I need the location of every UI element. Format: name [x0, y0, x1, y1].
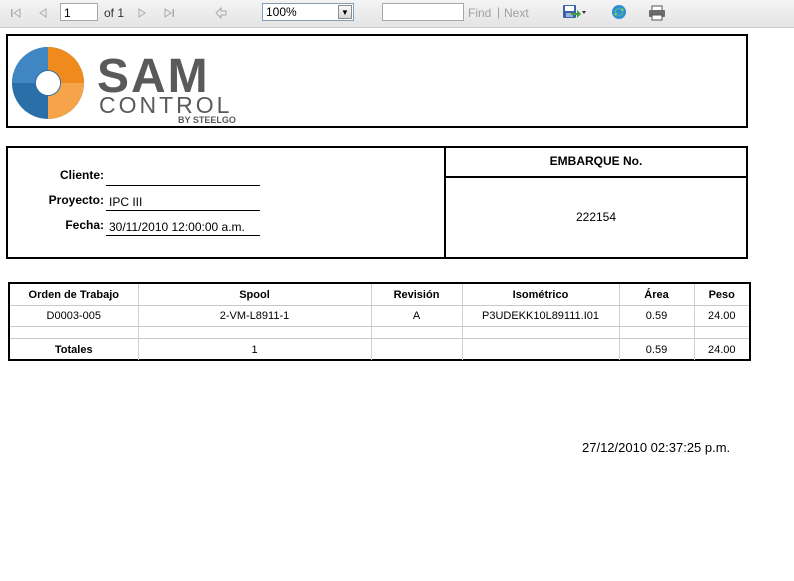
prev-page-icon[interactable]: [36, 6, 50, 20]
cell-spool: 2-VM-L8911-1: [138, 305, 372, 327]
report-toolbar: 1 of 1 100% ▼ Find | Next: [0, 0, 794, 28]
chevron-down-icon[interactable]: ▼: [338, 5, 352, 19]
totals-area: 0.59: [619, 338, 695, 360]
col-header-orden: Orden de Trabajo: [10, 284, 139, 306]
next-page-icon[interactable]: [135, 6, 149, 20]
col-header-peso: Peso: [708, 288, 735, 301]
logo-by-text: BY STEELGO: [178, 115, 236, 124]
embarque-number: 222154: [575, 210, 617, 224]
col-header-area: Área: [619, 284, 695, 306]
page-count-label: of 1: [104, 6, 125, 20]
next-link[interactable]: Next: [504, 6, 529, 20]
table-spacer-row: [10, 326, 749, 339]
totals-peso: 24.00: [694, 338, 749, 360]
cliente-label: Cliente:: [59, 168, 104, 182]
table-row: D0003-005 2-VM-L8911-1 A P3UDEKK10L89111…: [10, 305, 749, 327]
first-page-icon[interactable]: [9, 6, 23, 20]
last-page-icon[interactable]: [162, 6, 176, 20]
cell-revision: A: [371, 305, 463, 327]
fecha-value: 30/11/2010 12:00:00 a.m.: [106, 218, 260, 236]
cliente-value: [106, 168, 260, 186]
proyecto-value: IPC III: [106, 193, 260, 211]
find-input[interactable]: [382, 3, 464, 21]
find-separator: |: [497, 5, 501, 19]
totals-label: Totales: [10, 338, 139, 360]
cell-isometrico: P3UDEKK10L89111.I01: [462, 305, 620, 327]
back-icon[interactable]: [214, 6, 228, 20]
info-divider-horizontal: [444, 176, 746, 178]
zoom-value: 100%: [266, 5, 297, 19]
spool-table: Orden de Trabajo Spool Revisión Isométri…: [8, 282, 751, 361]
report-timestamp: 27/12/2010 02:37:25 p.m.: [582, 440, 731, 455]
cell-orden: D0003-005: [10, 305, 139, 327]
refresh-icon[interactable]: [611, 4, 627, 25]
export-icon[interactable]: [562, 4, 586, 25]
report-header: SAM CONTROL BY STEELGO: [6, 34, 748, 128]
totals-spool-count: 1: [138, 338, 372, 360]
embarque-label: EMBARQUE No.: [549, 154, 643, 168]
totals-isometrico: [462, 338, 620, 360]
shipment-info: Cliente: Proyecto: IPC III Fecha: 30/11/…: [6, 146, 748, 259]
table-header-row: Orden de Trabajo Spool Revisión Isométri…: [10, 284, 749, 306]
print-icon[interactable]: [648, 5, 666, 26]
fecha-label: Fecha:: [65, 218, 104, 232]
sam-control-logo: SAM CONTROL BY STEELGO: [11, 44, 247, 125]
col-header-spool: Spool: [138, 284, 372, 306]
table-totals-row: Totales 1 0.59 24.00: [10, 338, 749, 360]
find-link[interactable]: Find: [468, 6, 491, 20]
col-header-isometrico: Isométrico: [462, 284, 620, 306]
cell-peso: 24.00: [694, 305, 749, 327]
page-number-input[interactable]: 1: [60, 3, 98, 21]
cell-area: 0.59: [619, 305, 695, 327]
col-header-revision: Revisión: [371, 284, 463, 306]
zoom-select[interactable]: 100% ▼: [262, 3, 354, 21]
totals-revision: [371, 338, 463, 360]
proyecto-label: Proyecto:: [48, 193, 104, 207]
